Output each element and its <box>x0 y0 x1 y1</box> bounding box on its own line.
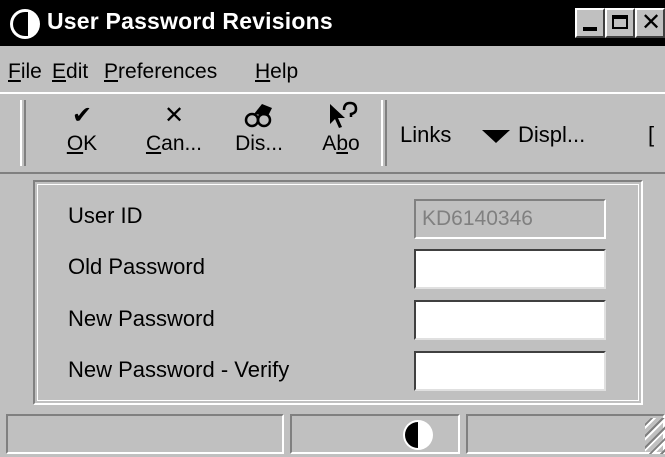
close-button[interactable] <box>635 8 665 38</box>
check-icon: ✔ <box>71 101 93 129</box>
new-password-label: New Password <box>68 306 215 331</box>
about-button[interactable]: Abo <box>312 100 370 166</box>
menu-preferences[interactable]: Preferences <box>104 60 217 84</box>
menu-bar: File Edit Preferences Help <box>0 50 665 90</box>
status-bar <box>0 410 665 457</box>
display-menu[interactable]: Displ... <box>482 122 585 148</box>
maximize-button[interactable] <box>605 8 635 38</box>
new-password-verify-label: New Password - Verify <box>68 357 290 382</box>
menu-file[interactable]: File <box>8 60 42 84</box>
toolbar-grip[interactable] <box>20 100 26 166</box>
menu-help[interactable]: Help <box>255 60 298 84</box>
app-globe-icon[interactable] <box>10 9 40 39</box>
dropdown-triangle-icon <box>482 129 510 143</box>
resize-grip-icon[interactable] <box>645 418 665 454</box>
display-button[interactable]: Dis... <box>224 100 294 166</box>
status-globe-icon <box>403 420 433 450</box>
binoculars-icon <box>224 100 294 130</box>
x-icon: ✕ <box>163 101 185 129</box>
status-cell-3 <box>466 414 665 454</box>
toolbar: ✔ OK ✕ Can... Dis... Abo Links Displ... … <box>0 92 665 174</box>
minimize-button[interactable] <box>575 8 605 38</box>
pointer-question-icon <box>312 100 370 130</box>
cancel-button[interactable]: ✕ Can... <box>136 100 212 166</box>
new-password-verify-field[interactable] <box>414 351 606 391</box>
old-password-field[interactable] <box>414 249 606 289</box>
new-password-field[interactable] <box>414 300 606 340</box>
menu-edit[interactable]: Edit <box>52 60 88 84</box>
status-cell-1 <box>6 414 284 454</box>
user-id-label: User ID <box>68 203 143 228</box>
toolbar-separator <box>381 100 387 166</box>
toolbar-overflow[interactable]: [ <box>648 122 654 148</box>
title-bar: User Password Revisions <box>0 0 665 46</box>
user-id-field <box>414 199 606 239</box>
status-cell-2 <box>290 414 460 454</box>
old-password-label: Old Password <box>68 254 205 279</box>
ok-button[interactable]: ✔ OK <box>52 100 112 166</box>
links-menu[interactable]: Links <box>400 122 451 148</box>
window-title: User Password Revisions <box>47 8 333 34</box>
